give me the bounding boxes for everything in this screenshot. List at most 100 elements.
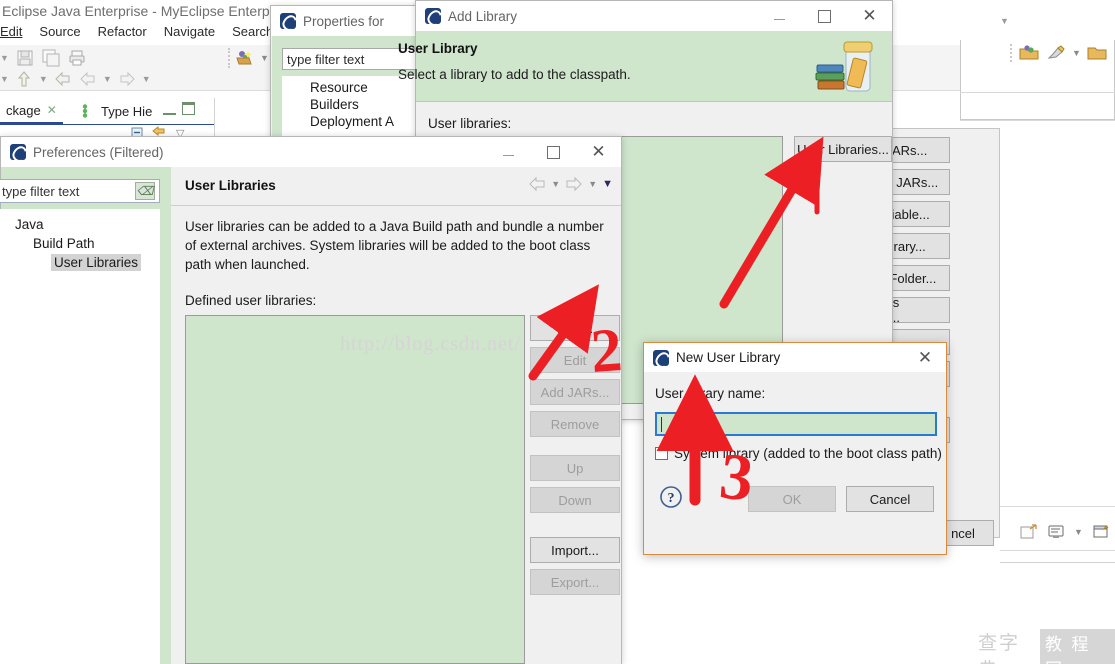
move-up-button[interactable]: Up <box>530 455 620 481</box>
new-user-library-cancel-button[interactable]: Cancel <box>846 486 934 512</box>
new-user-library-close-button[interactable]: ✕ <box>904 343 946 372</box>
csdn-watermark: http://blog.csdn.net/ <box>340 333 521 355</box>
add-library-title: Add Library <box>448 8 518 24</box>
console-dropdown-icon[interactable]: ▼ <box>1074 527 1083 537</box>
preferences-tree[interactable]: Java Build Path User Libraries <box>0 209 160 664</box>
user-library-name-label: User library name: <box>655 386 766 401</box>
back-arrow-icon[interactable] <box>528 176 546 192</box>
forward-icon[interactable] <box>117 69 137 89</box>
eclipse-app-icon <box>10 144 26 160</box>
properties-filter-placeholder: type filter text <box>287 51 365 67</box>
jar-library-icon <box>815 41 873 92</box>
menu-dropdown-icon[interactable]: ▼ <box>602 178 613 190</box>
clear-filter-icon[interactable]: ⌫ <box>135 182 155 200</box>
user-libraries-button[interactable]: User Libraries... <box>794 136 892 162</box>
remove-library-button[interactable]: Remove <box>530 411 620 437</box>
console-icon[interactable] <box>1047 524 1065 540</box>
open-perspective-icon[interactable] <box>1018 44 1040 62</box>
eclipse-app-icon <box>425 8 441 24</box>
add-library-header-title: User Library <box>398 41 478 56</box>
new-wizard-icon[interactable] <box>234 48 256 68</box>
print-icon[interactable] <box>67 48 87 68</box>
move-down-button[interactable]: Down <box>530 487 620 513</box>
export-icon[interactable] <box>14 69 34 89</box>
tab-package-explorer[interactable]: ckage ✕ <box>0 98 63 124</box>
back-icon[interactable] <box>53 69 73 89</box>
system-library-checkbox[interactable] <box>655 447 668 460</box>
defined-user-libraries-label: Defined user libraries: <box>185 293 317 308</box>
bg-dropdown-icon[interactable]: ▼ <box>1000 16 1009 26</box>
preferences-filter-input[interactable]: type filter text ⌫ <box>0 179 160 203</box>
system-library-checkbox-label: System library (added to the boot class … <box>674 446 942 461</box>
menu-refactor[interactable]: Refactor <box>98 24 147 39</box>
preferences-maximize-button[interactable] <box>531 137 576 167</box>
new-user-library-dialog[interactable]: New User Library ✕ User library name: Sy… <box>643 342 947 555</box>
preferences-tree-item-user-libraries[interactable]: User Libraries <box>0 253 160 272</box>
site-watermark-box: 教 程 网 <box>1040 629 1115 664</box>
tab-type-hierarchy[interactable]: Type Hie <box>76 98 158 124</box>
add-library-titlebar[interactable]: Add Library ✕ <box>416 1 892 31</box>
toolbar-separator-2 <box>1010 44 1012 62</box>
toolbar-dropdown-icon[interactable]: ▼ <box>0 53 9 63</box>
new-console-icon[interactable] <box>1092 524 1110 540</box>
add-library-header-subtitle: Select a library to add to the classpath… <box>398 67 631 82</box>
eclipse-app-icon <box>653 349 669 366</box>
new-user-library-title: New User Library <box>676 350 781 365</box>
run-icon[interactable] <box>1046 44 1066 62</box>
menu-navigate[interactable]: Navigate <box>164 24 215 39</box>
system-library-checkbox-row[interactable]: System library (added to the boot class … <box>655 446 942 461</box>
export-libraries-button[interactable]: Export... <box>530 569 620 595</box>
back-history-icon[interactable] <box>78 69 98 89</box>
new-user-library-titlebar[interactable]: New User Library ✕ <box>644 343 946 372</box>
tab-package-explorer-label: ckage <box>6 102 41 118</box>
new-wizard-dropdown-icon[interactable]: ▼ <box>260 53 269 63</box>
new-user-library-body: User library name: System library (added… <box>644 372 946 554</box>
preferences-minimize-button[interactable] <box>486 137 531 167</box>
add-library-minimize-button[interactable] <box>757 1 802 31</box>
preferences-titlebar[interactable]: Preferences (Filtered) ✕ <box>1 137 621 167</box>
menu-edit[interactable]: Edit <box>0 24 22 39</box>
eclipse-app-icon <box>280 13 296 29</box>
properties-title: Properties for <box>303 13 385 29</box>
preferences-tree-item-java[interactable]: Java <box>0 215 160 234</box>
minimize-view-icon[interactable] <box>163 102 176 115</box>
preferences-filter-placeholder: type filter text <box>2 183 80 199</box>
maximize-view-icon[interactable] <box>182 102 195 115</box>
forward-arrow-icon[interactable] <box>565 176 583 192</box>
close-icon[interactable]: ✕ <box>47 103 57 117</box>
toolbar-separator <box>228 48 230 68</box>
import-libraries-button[interactable]: Import... <box>530 537 620 563</box>
add-library-maximize-button[interactable] <box>802 1 847 31</box>
user-libraries-label: User libraries: <box>428 116 512 131</box>
export-dropdown-icon[interactable]: ▼ <box>39 74 48 84</box>
menu-search[interactable]: Search <box>232 24 273 39</box>
new-window-icon[interactable] <box>1020 524 1038 540</box>
user-library-name-input[interactable] <box>655 412 937 436</box>
tab-type-hierarchy-label: Type Hie <box>101 103 153 119</box>
preferences-close-button[interactable]: ✕ <box>576 137 621 167</box>
save-all-icon[interactable] <box>41 48 61 68</box>
forward-dropdown-icon[interactable]: ▼ <box>588 179 597 189</box>
save-icon[interactable] <box>15 48 35 68</box>
annotation-step-2: 2 <box>588 316 625 386</box>
preferences-dialog[interactable]: Preferences (Filtered) ✕ type filter tex… <box>0 136 622 664</box>
add-library-header: User Library Select a library to add to … <box>398 31 892 101</box>
forward-dropdown-icon[interactable]: ▼ <box>142 74 151 84</box>
preferences-description: User libraries can be added to a Java Bu… <box>185 219 604 272</box>
help-icon[interactable]: ? <box>659 485 683 509</box>
svg-text:?: ? <box>668 491 675 506</box>
toolbar-dropdown2-icon[interactable]: ▼ <box>0 74 9 84</box>
preferences-tree-item-user-libraries-label: User Libraries <box>51 254 142 271</box>
open-folder-icon[interactable] <box>1087 44 1107 62</box>
menu-source[interactable]: Source <box>39 24 80 39</box>
add-library-close-button[interactable]: ✕ <box>847 1 892 31</box>
defined-user-libraries-list[interactable] <box>185 315 525 664</box>
preferences-tree-item-build-path[interactable]: Build Path <box>0 234 160 253</box>
back-dropdown-icon[interactable]: ▼ <box>551 179 560 189</box>
back-dropdown-icon[interactable]: ▼ <box>103 74 112 84</box>
preferences-title: Preferences (Filtered) <box>33 144 164 160</box>
type-hierarchy-icon <box>82 104 88 118</box>
user-library-name-caret <box>661 416 662 432</box>
new-user-library-ok-button[interactable]: OK <box>748 486 836 512</box>
run-dropdown-icon[interactable]: ▼ <box>1072 48 1081 58</box>
